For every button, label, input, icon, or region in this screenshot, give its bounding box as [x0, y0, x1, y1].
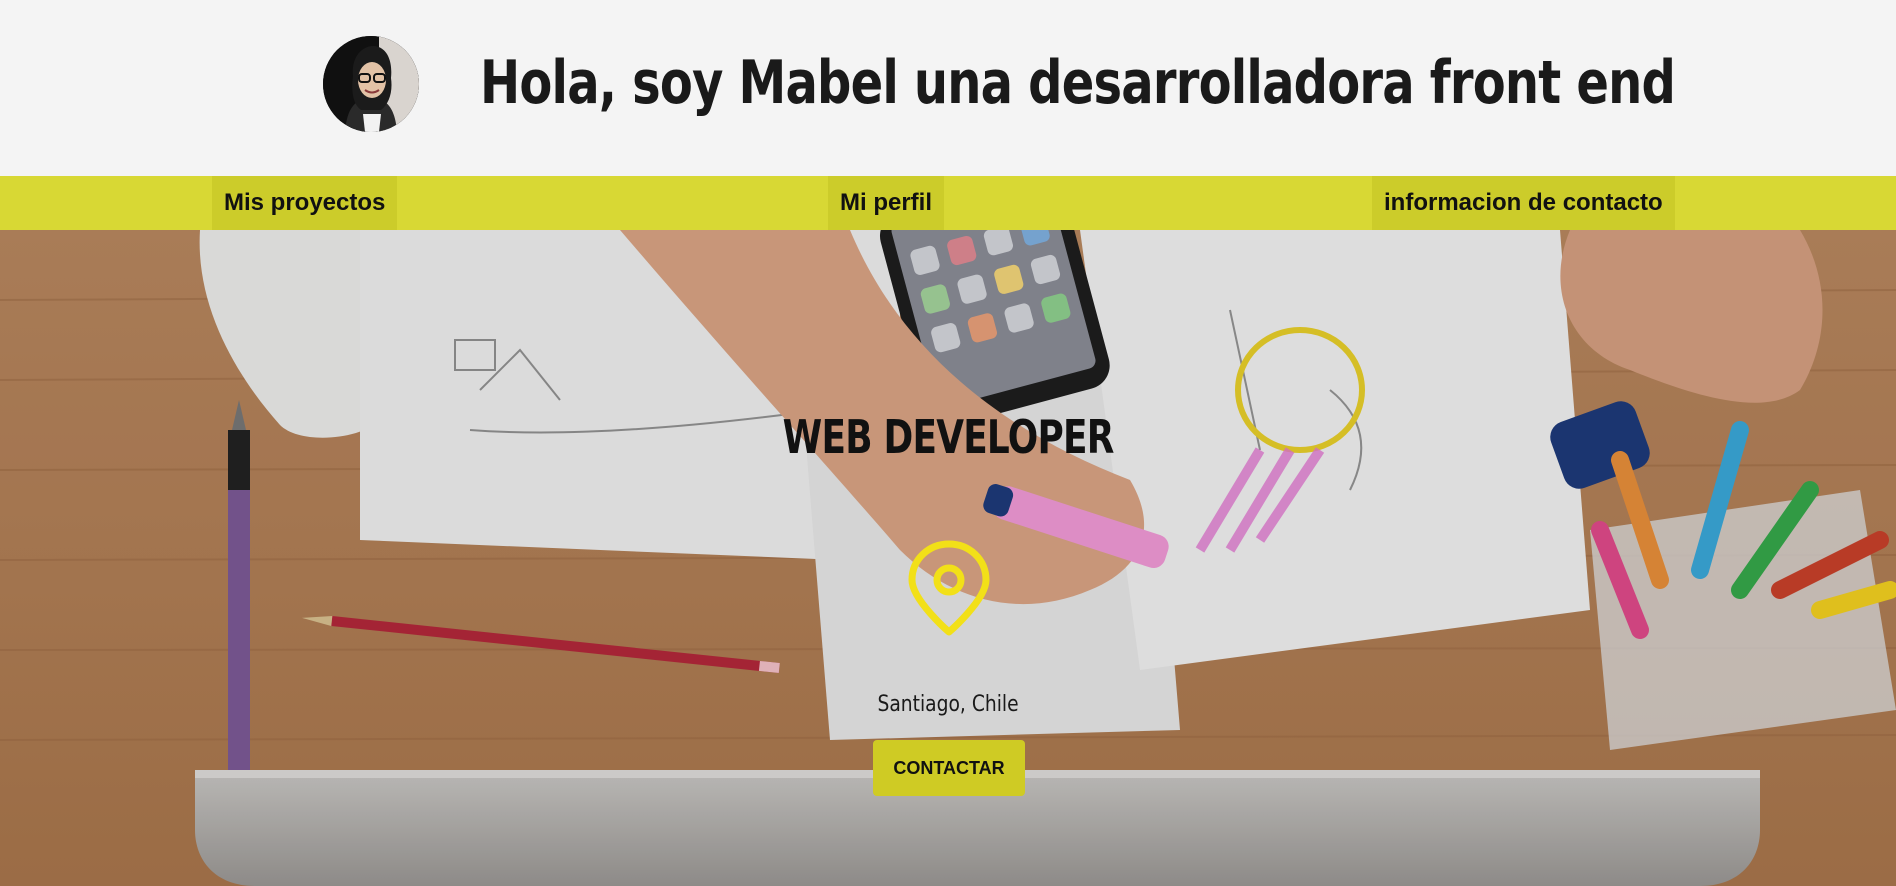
- nav-item-informacion-de-contacto[interactable]: informacion de contacto: [1372, 176, 1675, 230]
- map-pin-icon: [908, 540, 990, 636]
- location-label: Santiago, Chile: [0, 692, 1896, 717]
- hero-title-text: WEB DEVELOPER: [782, 410, 1115, 464]
- avatar-photo: [323, 36, 419, 132]
- page-header: Hola, soy Mabel una desarrolladora front…: [0, 0, 1896, 176]
- nav-item-mis-proyectos[interactable]: Mis proyectos: [212, 176, 398, 230]
- avatar: [323, 36, 419, 132]
- hero-title: WEB DEVELOPER: [0, 410, 1896, 464]
- location-text: Santiago, Chile: [877, 692, 1019, 717]
- main-nav: Mis proyectos Mi perfil informacion de c…: [0, 176, 1896, 230]
- page-title: Hola, soy Mabel una desarrolladora front…: [480, 48, 1676, 118]
- hero-section: WEB DEVELOPER Santiago, Chile CONTACTAR: [0, 230, 1896, 886]
- contact-button[interactable]: CONTACTAR: [873, 740, 1025, 796]
- nav-item-mi-perfil[interactable]: Mi perfil: [828, 176, 945, 230]
